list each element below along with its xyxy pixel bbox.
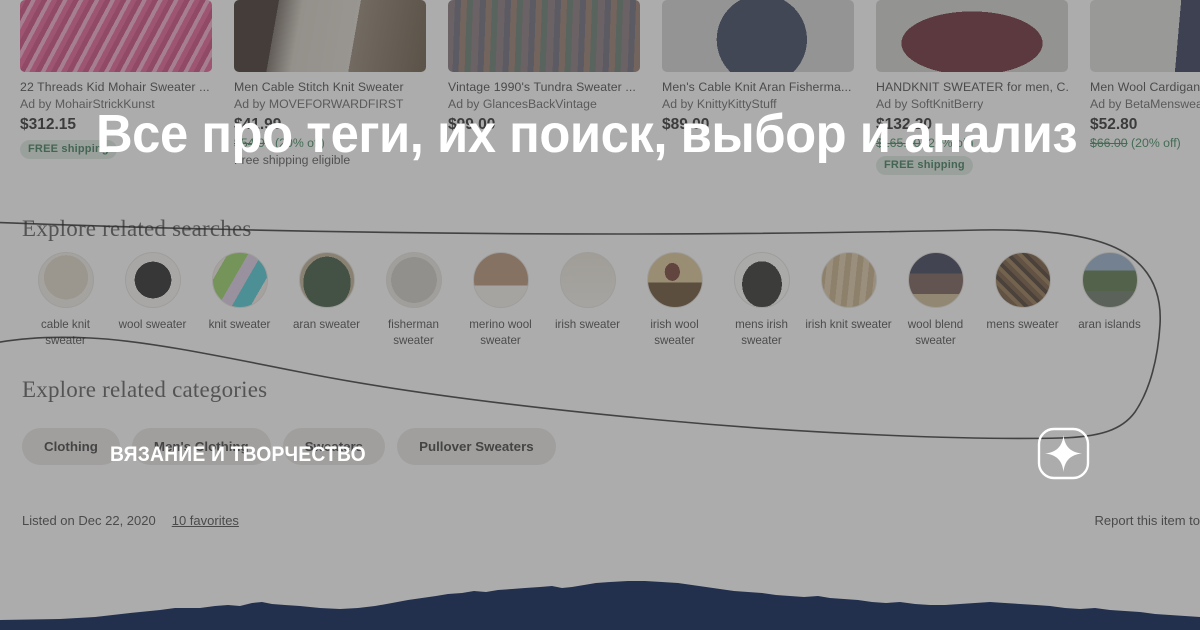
related-search-item[interactable]: fisherman sweater (370, 252, 457, 349)
ad-price: $52.80 (1090, 116, 1138, 133)
ad-strikethrough-price: $66.00 (1090, 136, 1128, 150)
related-search-label: wool sweater (118, 318, 187, 331)
related-search-item[interactable]: mens sweater (979, 252, 1066, 349)
ad-thumbnail[interactable] (448, 0, 640, 72)
ad-thumbnail[interactable] (662, 0, 854, 72)
related-search-item[interactable]: aran islands (1066, 252, 1153, 349)
related-search-item[interactable]: mens irish sweater (718, 252, 805, 349)
ad-title[interactable]: Men's Cable Knit Aran Fisherma... (662, 80, 854, 94)
related-search-thumbnail[interactable] (820, 252, 877, 308)
listed-on-text: Listed on Dec 22, 2020 (22, 513, 156, 528)
related-search-label: fisherman sweater (388, 318, 439, 347)
ad-thumbnail[interactable] (876, 0, 1068, 72)
related-search-label: irish sweater (554, 318, 621, 331)
ad-title[interactable]: Vintage 1990's Tundra Sweater ... (448, 80, 640, 94)
related-search-thumbnail[interactable] (1081, 252, 1138, 308)
related-search-thumbnail[interactable] (211, 252, 268, 308)
related-search-label: merino wool sweater (469, 318, 532, 347)
related-search-label: irish wool sweater (650, 318, 699, 347)
related-search-item[interactable]: wool blend sweater (892, 252, 979, 349)
related-search-thumbnail[interactable] (472, 252, 529, 308)
related-search-thumbnail[interactable] (385, 252, 442, 308)
related-search-item[interactable]: knit sweater (196, 252, 283, 349)
report-item-link[interactable]: Report this item to (1095, 513, 1200, 528)
related-search-thumbnail[interactable] (298, 252, 355, 308)
page-title: Все про теги, их поиск, выбор и анализ (96, 104, 1078, 164)
dzen-sparkle-logo (1037, 427, 1090, 480)
ad-old-price: $66.00 (20% off) (1090, 136, 1200, 150)
related-search-label: cable knit sweater (41, 318, 90, 347)
ad-title[interactable]: 22 Threads Kid Mohair Sweater ... (20, 80, 212, 94)
related-search-item[interactable]: wool sweater (109, 252, 196, 349)
screenshot-canvas: 22 Threads Kid Mohair Sweater ... Ad by M… (0, 0, 1200, 630)
related-search-item[interactable]: irish sweater (544, 252, 631, 349)
channel-watermark: ВЯЗАНИЕ И ТВОРЧЕСТВО (110, 443, 366, 466)
related-search-thumbnail[interactable] (559, 252, 616, 308)
related-search-label: aran sweater (292, 318, 361, 331)
related-search-label: knit sweater (208, 318, 271, 331)
ad-thumbnail[interactable] (20, 0, 212, 72)
related-search-label: wool blend sweater (907, 318, 964, 347)
related-search-item[interactable]: cable knit sweater (22, 252, 109, 349)
related-search-item[interactable]: irish wool sweater (631, 252, 718, 349)
related-search-thumbnail[interactable] (124, 252, 181, 308)
related-search-label: irish knit sweater (805, 318, 892, 331)
bottom-hill-silhouette (0, 581, 1200, 630)
ad-card[interactable]: Men Wool Cardigan 70s vin Ad by BetaMensw… (1090, 0, 1200, 175)
related-search-label: mens sweater (986, 318, 1059, 331)
category-pill[interactable]: Pullover Sweaters (397, 428, 556, 465)
related-search-item[interactable]: irish knit sweater (805, 252, 892, 349)
related-search-thumbnail[interactable] (37, 252, 94, 308)
related-search-thumbnail[interactable] (733, 252, 790, 308)
related-search-label: mens irish sweater (735, 318, 788, 347)
related-searches-strip: cable knit sweater wool sweater knit sweat… (22, 252, 1182, 349)
favorites-link[interactable]: 10 favorites (172, 513, 239, 528)
related-categories-heading: Explore related categories (22, 377, 268, 402)
related-search-label: aran islands (1078, 318, 1141, 331)
listing-footer-meta: Listed on Dec 22, 2020 10 favorites (22, 513, 239, 528)
related-searches-heading: Explore related searches (22, 216, 252, 241)
ad-shop-name: Ad by BetaMenswear (1090, 97, 1200, 111)
related-search-item[interactable]: aran sweater (283, 252, 370, 349)
related-search-thumbnail[interactable] (994, 252, 1051, 308)
ad-thumbnail[interactable] (1090, 0, 1200, 72)
ad-title[interactable]: Men Cable Stitch Knit Sweater (234, 80, 426, 94)
ad-discount-text: (20% off) (1131, 136, 1181, 150)
etsy-listing-page: 22 Threads Kid Mohair Sweater ... Ad by M… (0, 0, 1200, 630)
related-search-thumbnail[interactable] (646, 252, 703, 308)
ad-thumbnail[interactable] (234, 0, 426, 72)
related-search-item[interactable]: merino wool sweater (457, 252, 544, 349)
category-pill[interactable]: Clothing (22, 428, 120, 465)
related-search-thumbnail[interactable] (907, 252, 964, 308)
ad-title[interactable]: Men Wool Cardigan 70s vin (1090, 80, 1200, 94)
ad-title[interactable]: HANDKNIT SWEATER for men, C... (876, 80, 1068, 94)
